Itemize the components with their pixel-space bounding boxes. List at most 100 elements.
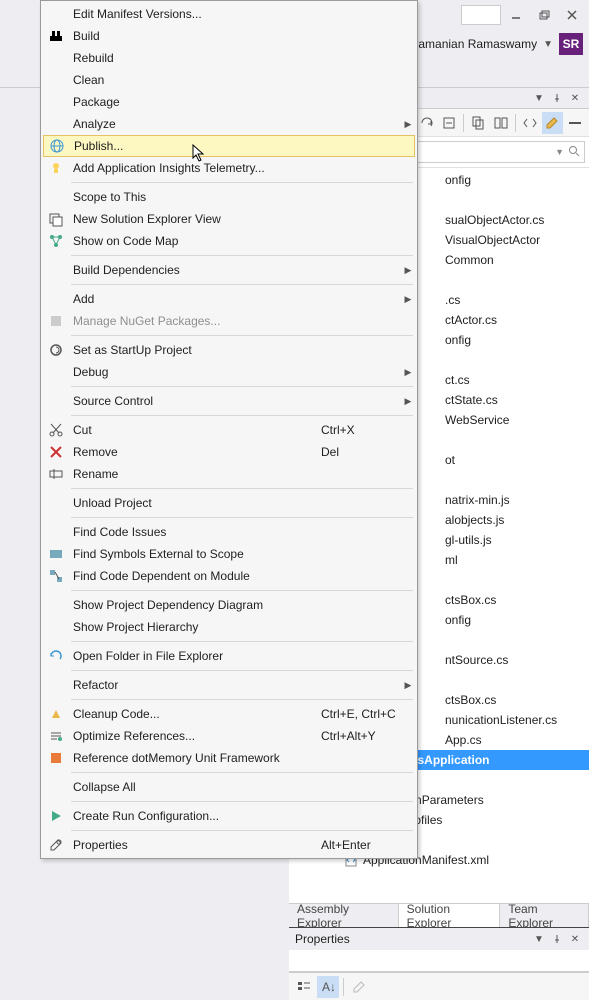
menu-item-label: Add [69,292,321,306]
window-position-icon[interactable]: ▼ [531,91,547,105]
chevron-down-icon[interactable]: ▼ [555,147,564,157]
menu-item-package[interactable]: Package [43,91,415,113]
menu-item-build-dependencies[interactable]: Build Dependencies▶ [43,259,415,281]
search-icon[interactable] [568,145,580,160]
menu-item-add-application-insights-telemetry[interactable]: Add Application Insights Telemetry... [43,157,415,179]
menu-item-label: Find Symbols External to Scope [69,547,321,561]
newview-icon [43,211,69,227]
menu-item-show-project-dependency-diagram[interactable]: Show Project Dependency Diagram [43,594,415,616]
file-icon [425,492,441,508]
window-position-icon[interactable]: ▼ [531,932,547,946]
menu-item-publish[interactable]: Publish... [43,135,415,157]
file-icon [425,412,441,428]
close-pane-icon[interactable]: ✕ [567,91,583,105]
menu-shortcut: Del [321,445,401,459]
menu-item-label: Manage NuGet Packages... [69,314,321,328]
menu-item-new-solution-explorer-view[interactable]: New Solution Explorer View [43,208,415,230]
refresh-button[interactable] [416,112,436,134]
menu-item-edit-manifest-versions[interactable]: Edit Manifest Versions... [43,3,415,25]
minimize-button[interactable] [503,5,529,25]
menu-item-label: Package [69,95,321,109]
menu-item-find-symbols-external-to-scope[interactable]: Find Symbols External to Scope [43,543,415,565]
menu-item-refactor[interactable]: Refactor▶ [43,674,415,696]
pin-icon[interactable] [549,932,565,946]
file-icon [425,612,441,628]
menu-item-add[interactable]: Add▶ [43,288,415,310]
menu-item-source-control[interactable]: Source Control▶ [43,390,415,412]
collapse-all-button[interactable] [439,112,459,134]
file-icon [425,572,441,588]
menu-item-show-on-code-map[interactable]: Show on Code Map [43,230,415,252]
menu-item-debug[interactable]: Debug▶ [43,361,415,383]
menu-item-label: Remove [69,445,321,459]
tree-item-label: nunicationListener.cs [443,711,557,729]
tree-item-label: ot [443,451,455,469]
file-icon [425,312,441,328]
menu-item-unload-project[interactable]: Unload Project [43,492,415,514]
menu-item-collapse-all[interactable]: Collapse All [43,776,415,798]
avatar[interactable]: SR [559,33,583,55]
file-icon [425,472,441,488]
menu-item-optimize-references[interactable]: Optimize References...Ctrl+Alt+Y [43,725,415,747]
file-icon [425,592,441,608]
submenu-arrow-icon: ▶ [401,119,415,130]
menu-item-reference-dotmemory-unit-framework[interactable]: Reference dotMemory Unit Framework [43,747,415,769]
tree-item-label: VisualObjectActor [443,231,540,249]
menu-item-open-folder-in-file-explorer[interactable]: Open Folder in File Explorer [43,645,415,667]
close-button[interactable] [559,5,585,25]
dropdown-icon[interactable] [565,112,585,134]
menu-item-properties[interactable]: PropertiesAlt+Enter [43,834,415,856]
alphabetical-button[interactable]: A↓ [317,976,339,998]
menu-item-label: Cleanup Code... [69,707,321,721]
menu-item-cleanup-code[interactable]: Cleanup Code...Ctrl+E, Ctrl+C [43,703,415,725]
user-menu-caret-icon[interactable]: ▼ [543,39,553,50]
menu-item-clean[interactable]: Clean [43,69,415,91]
preview-button[interactable] [490,112,510,134]
menu-item-analyze[interactable]: Analyze ▶ [43,113,415,135]
tab-solution-explorer[interactable]: Solution Explorer [399,904,501,927]
properties-button[interactable] [542,112,562,134]
menu-item-find-code-issues[interactable]: Find Code Issues [43,521,415,543]
dotmem-icon [43,750,69,766]
show-all-files-button[interactable] [468,112,488,134]
tab-assembly-explorer[interactable]: Assembly Explorer [289,904,399,927]
submenu-arrow-icon: ▶ [401,396,415,407]
menu-item-label: Properties [69,838,321,852]
property-pages-button[interactable] [348,976,370,998]
restore-button[interactable] [531,5,557,25]
categorized-button[interactable] [293,976,315,998]
tree-item-label: ctActor.cs [443,311,497,329]
menu-item-cut[interactable]: CutCtrl+X [43,419,415,441]
menu-item-create-run-configuration[interactable]: Create Run Configuration... [43,805,415,827]
menu-item-remove[interactable]: RemoveDel [43,441,415,463]
menu-item-label: Optimize References... [69,729,321,743]
menu-item-label: Edit Manifest Versions... [69,7,321,21]
props-icon [43,837,69,853]
file-icon [425,632,441,648]
menu-item-set-as-startup-project[interactable]: Set as StartUp Project [43,339,415,361]
user-name[interactable]: bramanian Ramaswamy [408,37,537,51]
tab-team-explorer[interactable]: Team Explorer [500,904,589,927]
tree-item-label: ct.cs [443,371,470,389]
file-icon [425,452,441,468]
menu-shortcut: Alt+Enter [321,838,401,852]
optimize-icon [43,728,69,744]
menu-item-label: Open Folder in File Explorer [69,649,321,663]
menu-item-find-code-dependent-on-module[interactable]: Find Code Dependent on Module [43,565,415,587]
menu-item-label: Refactor [69,678,321,692]
cleanup-icon [43,706,69,722]
tree-item-label: App.cs [443,731,482,749]
menu-item-show-project-hierarchy[interactable]: Show Project Hierarchy [43,616,415,638]
quick-launch-search[interactable] [461,5,501,25]
code-button[interactable] [520,112,540,134]
menu-item-rebuild[interactable]: Rebuild [43,47,415,69]
menu-item-scope-to-this[interactable]: Scope to This [43,186,415,208]
menu-item-label: Analyze [69,117,321,131]
menu-item-rename[interactable]: Rename [43,463,415,485]
close-pane-icon[interactable]: ✕ [567,932,583,946]
tree-item-label: .cs [443,291,460,309]
pin-icon[interactable] [549,91,565,105]
tree-item-label: ml [443,551,458,569]
tree-item-label: onfig [443,331,471,349]
menu-item-build[interactable]: Build [43,25,415,47]
